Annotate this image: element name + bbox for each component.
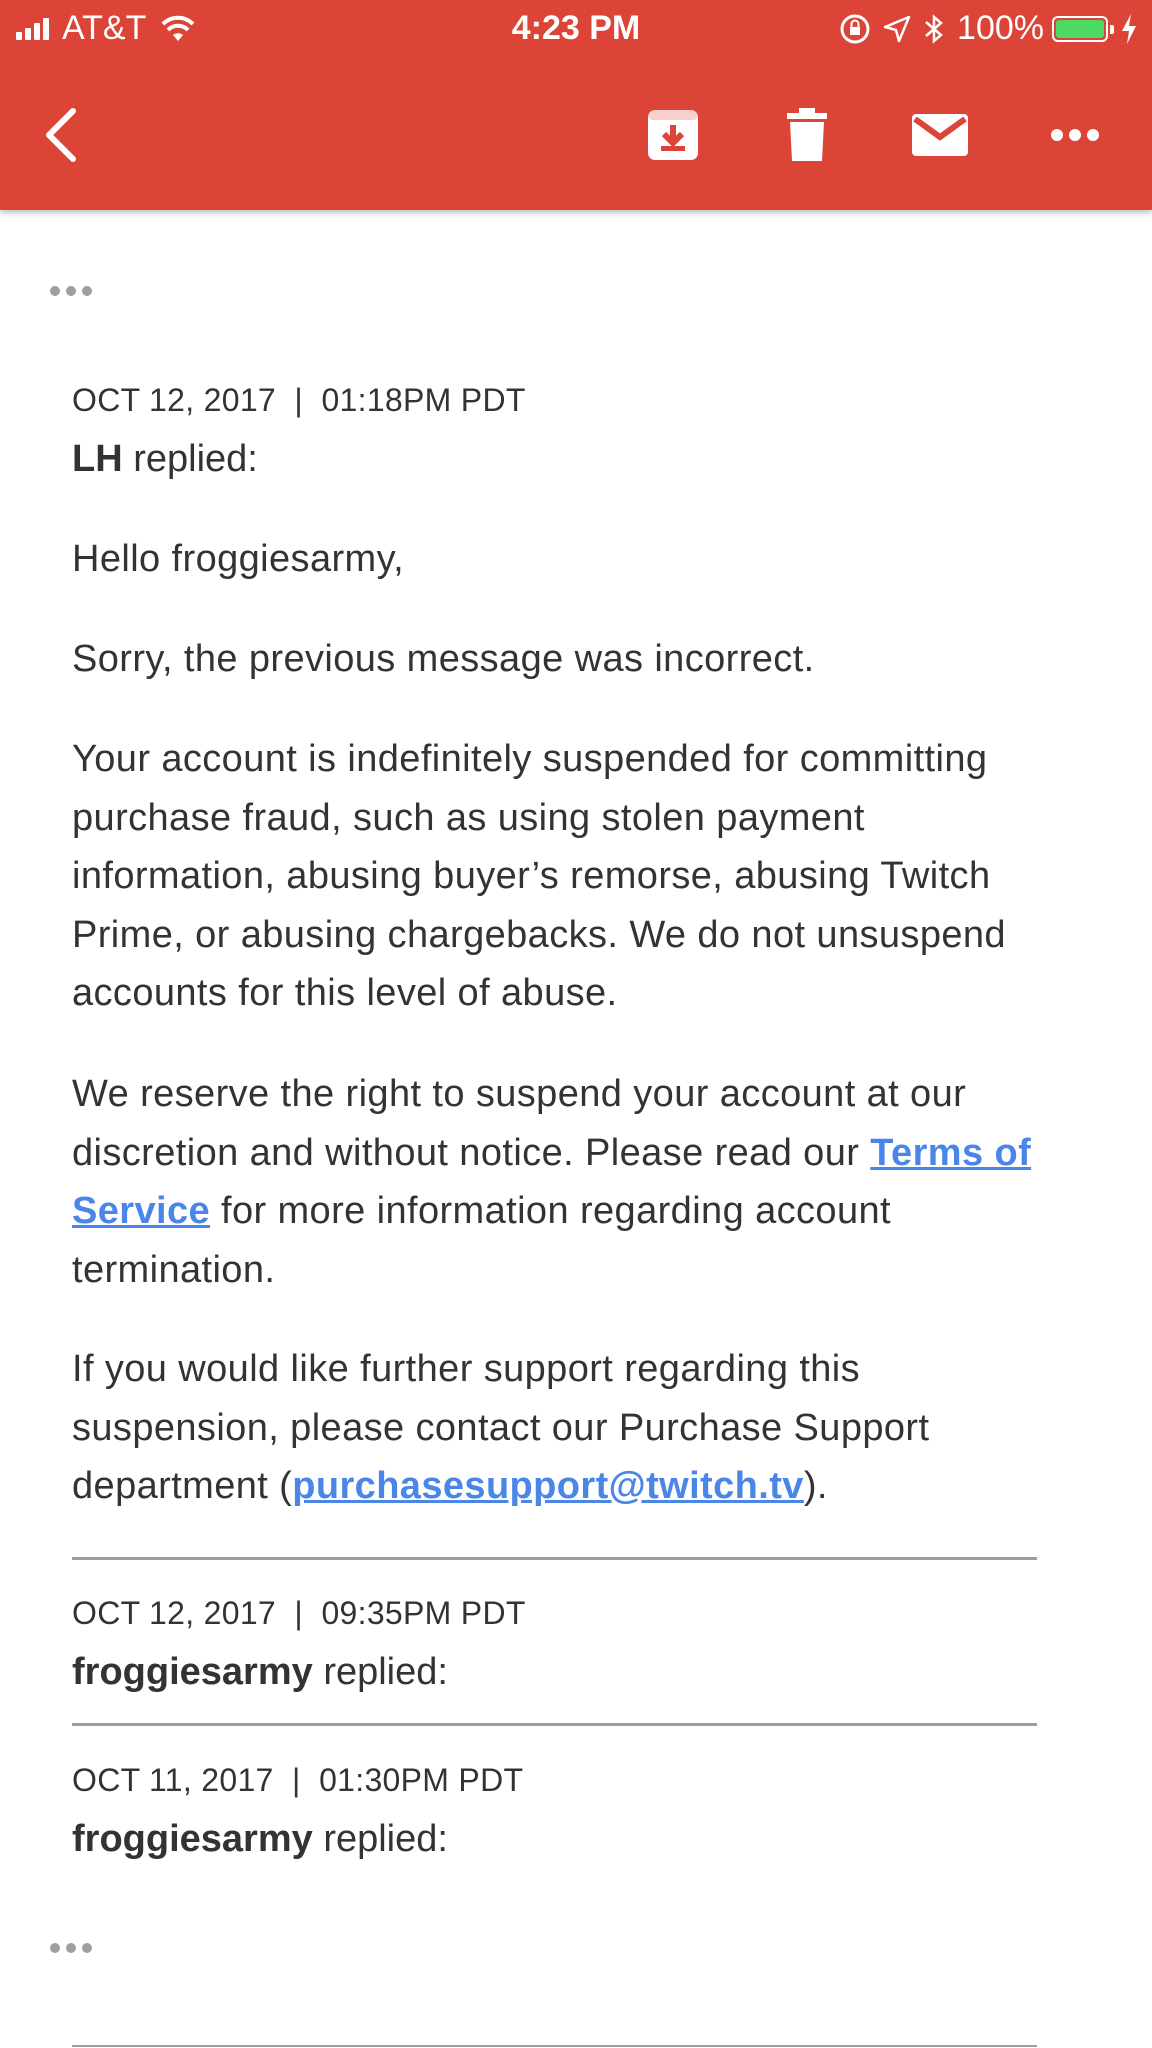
toolbar <box>0 80 1152 190</box>
app-bar: AT&T 4:23 PM 100% <box>0 0 1152 210</box>
separator: | <box>292 1762 301 1798</box>
more-button[interactable] <box>1040 100 1110 170</box>
text-span: We reserve the right to suspend your acc… <box>72 1073 967 1174</box>
chevron-left-icon <box>46 108 76 162</box>
paragraph-text: Your account is indefinitely suspended f… <box>72 738 1006 1014</box>
message-1-timestamp: OCT 12, 2017 | 01:18PM PDT <box>72 382 526 419</box>
author-name: LH <box>72 438 123 480</box>
message-date: OCT 12, 2017 <box>72 382 277 418</box>
message-3-author-line: froggiesarmy replied: <box>72 1818 448 1861</box>
message-2-timestamp: OCT 12, 2017 | 09:35PM PDT <box>72 1595 526 1632</box>
replied-label: replied: <box>323 1651 448 1693</box>
paragraph-text: Sorry, the previous message was incorrec… <box>72 638 815 680</box>
back-button[interactable] <box>26 100 96 170</box>
location-icon <box>883 15 911 42</box>
orientation-lock-icon <box>840 14 870 43</box>
show-trimmed-content-button[interactable] <box>50 1943 98 1953</box>
trash-icon <box>787 108 827 161</box>
message-date: OCT 12, 2017 <box>72 1595 277 1631</box>
message-1-para-4: If you would like further support regard… <box>72 1340 1047 1516</box>
message-2-author-line: froggiesarmy replied: <box>72 1651 448 1694</box>
message-divider <box>72 2045 1037 2047</box>
text-span: ). <box>803 1465 828 1507</box>
show-trimmed-content-button[interactable] <box>50 286 98 296</box>
author-name: froggiesarmy <box>72 1818 313 1860</box>
archive-icon <box>648 110 698 160</box>
message-time: 01:30PM PDT <box>319 1762 524 1798</box>
mark-unread-button[interactable] <box>905 100 975 170</box>
message-1-para-3: We reserve the right to suspend your acc… <box>72 1065 1032 1299</box>
paragraph-text: If you would like further support regard… <box>72 1340 1047 1516</box>
message-time: 01:18PM PDT <box>321 382 526 418</box>
archive-button[interactable] <box>638 100 708 170</box>
message-1-greeting: Hello froggiesarmy, <box>72 530 1052 589</box>
charging-icon <box>1122 13 1136 44</box>
delete-button[interactable] <box>772 100 842 170</box>
battery-icon <box>1052 15 1114 42</box>
replied-label: replied: <box>323 1818 448 1860</box>
status-bar: AT&T 4:23 PM 100% <box>0 0 1152 58</box>
support-email-link[interactable]: purchasesupport@twitch.tv <box>292 1465 804 1507</box>
author-name: froggiesarmy <box>72 1651 313 1693</box>
battery-percent: 100% <box>957 9 1044 47</box>
paragraph-text: We reserve the right to suspend your acc… <box>72 1065 1032 1299</box>
message-date: OCT 11, 2017 <box>72 1762 274 1798</box>
message-1-para-2: Your account is indefinitely suspended f… <box>72 730 1047 1023</box>
separator: | <box>294 1595 304 1631</box>
more-horizontal-icon <box>1051 129 1099 141</box>
bluetooth-icon <box>925 13 943 44</box>
message-time: 09:35PM PDT <box>321 1595 526 1631</box>
envelope-icon <box>912 114 968 156</box>
message-1-para-1: Sorry, the previous message was incorrec… <box>72 630 1052 689</box>
replied-label: replied: <box>133 438 258 480</box>
separator: | <box>294 382 304 418</box>
message-1-author-line: LH replied: <box>72 438 258 481</box>
message-divider <box>72 1723 1037 1726</box>
status-right: 100% <box>839 9 1138 48</box>
greeting-text: Hello froggiesarmy, <box>72 538 405 580</box>
message-3-timestamp: OCT 11, 2017 | 01:30PM PDT <box>72 1762 523 1799</box>
message-divider <box>72 1557 1037 1560</box>
